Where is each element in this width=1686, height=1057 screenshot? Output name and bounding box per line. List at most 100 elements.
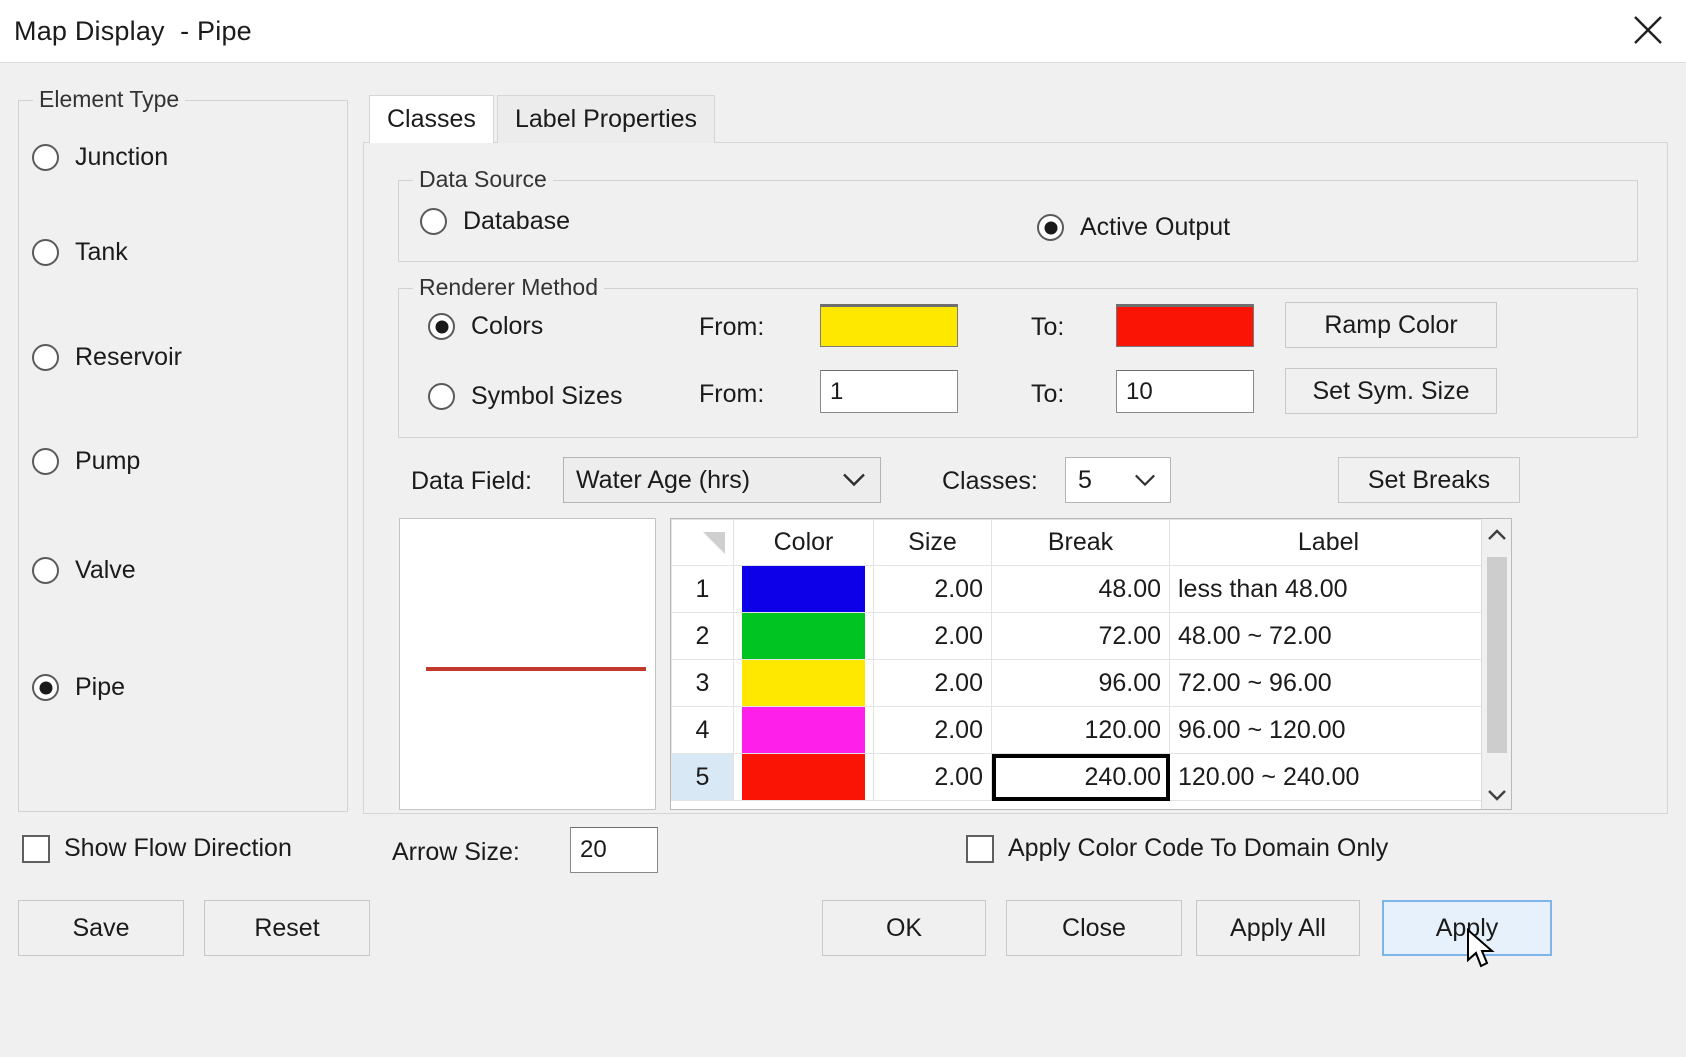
ok-button[interactable]: OK xyxy=(822,900,986,956)
arrow-size-label: Arrow Size: xyxy=(392,838,520,866)
apply-all-button[interactable]: Apply All xyxy=(1196,900,1360,956)
tab-label: Label Properties xyxy=(515,105,698,133)
symbol-size-from-input[interactable]: 1 xyxy=(820,370,958,413)
save-button-label: Save xyxy=(72,913,130,942)
row-size[interactable]: 2.00 xyxy=(873,706,992,754)
table-row[interactable]: 1 2.00 48.00 less than 48.00 xyxy=(671,565,1488,613)
row-break-selected[interactable]: 240.00 xyxy=(991,753,1170,801)
radio-row-active-output[interactable]: Active Output xyxy=(1037,213,1230,242)
radio-row-database[interactable]: Database xyxy=(420,207,570,236)
classes-count-select[interactable]: 5 xyxy=(1065,457,1171,503)
set-sym-size-button[interactable]: Set Sym. Size xyxy=(1285,368,1497,414)
arrow-size-input[interactable]: 20 xyxy=(570,827,658,873)
row-label[interactable]: less than 48.00 xyxy=(1169,565,1488,613)
preview-line xyxy=(426,667,646,671)
radio-row-symbol-sizes[interactable]: Symbol Sizes xyxy=(428,382,622,411)
radio-pipe[interactable] xyxy=(32,674,59,701)
show-flow-direction-row[interactable]: Show Flow Direction xyxy=(22,834,292,863)
row-size[interactable]: 2.00 xyxy=(873,659,992,707)
row-color-swatch[interactable] xyxy=(733,706,874,754)
radio-row-colors[interactable]: Colors xyxy=(428,312,543,341)
color-to-swatch[interactable] xyxy=(1116,304,1254,347)
column-header-break[interactable]: Break xyxy=(991,519,1170,566)
table-row[interactable]: 3 2.00 96.00 72.00 ~ 96.00 xyxy=(671,659,1488,707)
color-from-swatch[interactable] xyxy=(820,304,958,347)
radio-pump[interactable] xyxy=(32,448,59,475)
show-flow-direction-checkbox[interactable] xyxy=(22,834,50,863)
sidebar-item-junction[interactable]: Junction xyxy=(32,143,168,172)
title-bar: Map Display - Pipe xyxy=(0,0,1686,63)
data-source-group: Data Source xyxy=(398,166,1638,262)
radio-tank[interactable] xyxy=(32,239,59,266)
close-button[interactable]: Close xyxy=(1006,900,1182,956)
sidebar-item-pipe[interactable]: Pipe xyxy=(32,673,125,702)
sidebar-item-tank[interactable]: Tank xyxy=(32,238,128,267)
table-row[interactable]: 4 2.00 120.00 96.00 ~ 120.00 xyxy=(671,706,1488,754)
map-display-dialog: Map Display - Pipe Element Type Junction… xyxy=(0,0,1686,1057)
row-color-swatch[interactable] xyxy=(733,753,874,801)
row-label[interactable]: 120.00 ~ 240.00 xyxy=(1169,753,1488,801)
reset-button[interactable]: Reset xyxy=(204,900,370,956)
sidebar-item-label: Valve xyxy=(75,556,136,584)
ramp-color-button[interactable]: Ramp Color xyxy=(1285,302,1497,348)
apply-color-code-checkbox[interactable] xyxy=(966,834,994,863)
scroll-down-icon[interactable] xyxy=(1482,779,1511,809)
column-header-color[interactable]: Color xyxy=(733,519,874,566)
radio-active-output[interactable] xyxy=(1037,214,1064,241)
sidebar-item-label: Reservoir xyxy=(75,343,182,371)
row-color-swatch[interactable] xyxy=(733,565,874,613)
sidebar-item-pump[interactable]: Pump xyxy=(32,447,140,476)
table-vertical-scrollbar[interactable] xyxy=(1481,519,1511,809)
element-type-legend: Element Type xyxy=(33,86,186,113)
table-row[interactable]: 2 2.00 72.00 48.00 ~ 72.00 xyxy=(671,612,1488,660)
row-label[interactable]: 48.00 ~ 72.00 xyxy=(1169,612,1488,660)
close-icon[interactable] xyxy=(1620,4,1676,56)
row-break[interactable]: 120.00 xyxy=(991,706,1170,754)
row-size[interactable]: 2.00 xyxy=(873,565,992,613)
row-size[interactable]: 2.00 xyxy=(873,612,992,660)
tab-strip: Classes Label Properties xyxy=(363,95,1668,143)
radio-junction[interactable] xyxy=(32,144,59,171)
radio-symbol-sizes[interactable] xyxy=(428,383,455,410)
scrollbar-thumb[interactable] xyxy=(1487,557,1507,753)
row-label[interactable]: 72.00 ~ 96.00 xyxy=(1169,659,1488,707)
apply-button[interactable]: Apply xyxy=(1382,900,1552,956)
sidebar-item-reservoir[interactable]: Reservoir xyxy=(32,343,182,372)
row-size[interactable]: 2.00 xyxy=(873,753,992,801)
sort-corner-icon xyxy=(703,531,725,554)
radio-colors[interactable] xyxy=(428,313,455,340)
chevron-down-icon xyxy=(1134,466,1156,495)
row-index: 2 xyxy=(671,612,734,660)
set-breaks-button[interactable]: Set Breaks xyxy=(1338,457,1520,503)
radio-reservoir[interactable] xyxy=(32,344,59,371)
row-color-swatch[interactable] xyxy=(733,659,874,707)
data-source-legend: Data Source xyxy=(413,166,553,193)
save-button[interactable]: Save xyxy=(18,900,184,956)
renderer-method-legend: Renderer Method xyxy=(413,274,604,301)
radio-database[interactable] xyxy=(420,208,447,235)
radio-label-symbol-sizes: Symbol Sizes xyxy=(471,382,623,410)
table-row[interactable]: 5 2.00 240.00 120.00 ~ 240.00 xyxy=(671,753,1488,801)
scroll-up-icon[interactable] xyxy=(1482,519,1511,549)
row-break[interactable]: 72.00 xyxy=(991,612,1170,660)
column-header-size[interactable]: Size xyxy=(873,519,992,566)
colors-from-label: From: xyxy=(699,313,765,341)
tab-classes[interactable]: Classes xyxy=(369,95,494,143)
radio-valve[interactable] xyxy=(32,557,59,584)
symbol-from-label: From: xyxy=(699,380,765,408)
row-label[interactable]: 96.00 ~ 120.00 xyxy=(1169,706,1488,754)
classes-table: Color Size Break Label 1 2.00 48.00 less… xyxy=(671,519,1488,801)
tab-label: Classes xyxy=(387,105,476,133)
sidebar-item-valve[interactable]: Valve xyxy=(32,556,136,585)
row-break[interactable]: 48.00 xyxy=(991,565,1170,613)
chevron-down-icon xyxy=(842,466,866,495)
data-field-select[interactable]: Water Age (hrs) xyxy=(563,457,881,503)
row-color-swatch[interactable] xyxy=(733,612,874,660)
ramp-color-button-label: Ramp Color xyxy=(1324,310,1458,339)
apply-color-code-row[interactable]: Apply Color Code To Domain Only xyxy=(966,834,1388,863)
symbol-size-to-input[interactable]: 10 xyxy=(1116,370,1254,413)
tab-label-properties[interactable]: Label Properties xyxy=(497,95,716,143)
row-break[interactable]: 96.00 xyxy=(991,659,1170,707)
column-header-label[interactable]: Label xyxy=(1169,519,1488,566)
column-header-index[interactable] xyxy=(671,519,734,566)
